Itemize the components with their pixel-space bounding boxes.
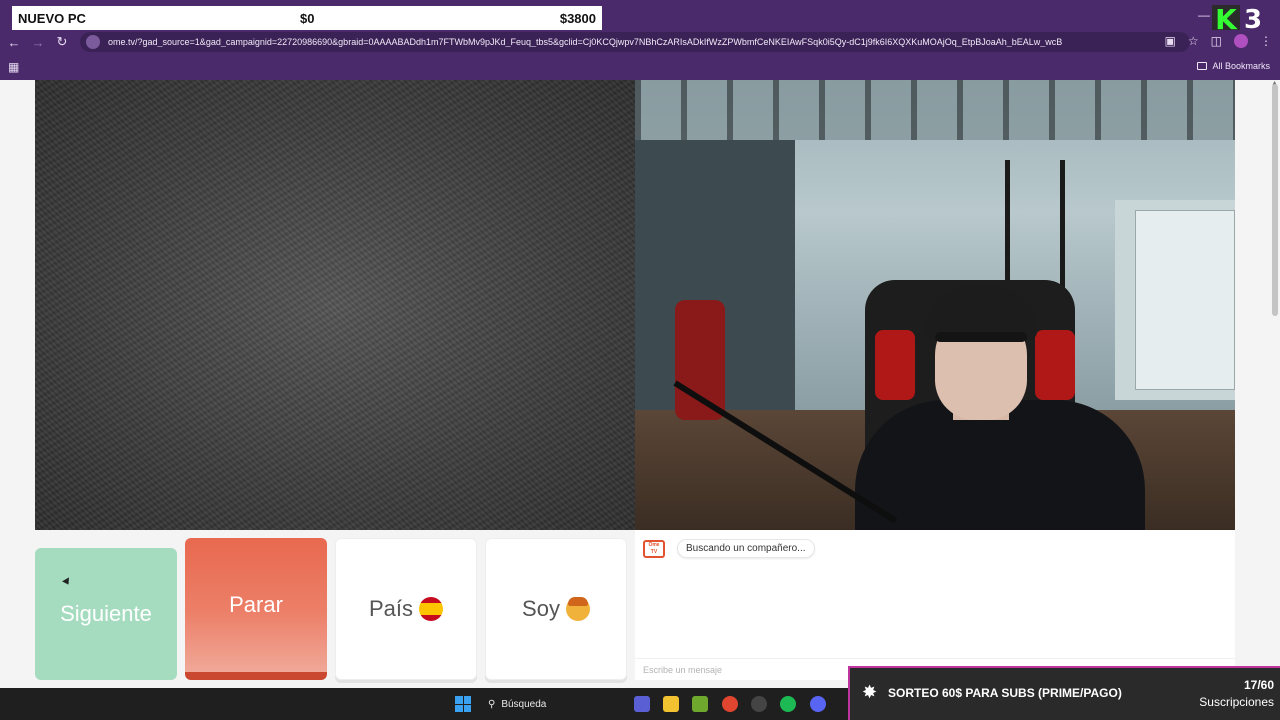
goal-current: $0 — [300, 10, 315, 26]
windows-taskbar: ⚲ Búsqueda — [0, 688, 848, 720]
install-app-icon[interactable]: ▣ — [1165, 34, 1176, 48]
discord-icon[interactable] — [810, 696, 826, 712]
sorteo-text: SORTEO 60$ PARA SUBS (PRIME/PAGO) — [888, 686, 1122, 700]
goal-title: NUEVO PC — [18, 10, 86, 26]
next-button[interactable]: Siguiente — [35, 548, 177, 680]
nvidia-icon[interactable] — [692, 696, 708, 712]
address-bar-actions: ▣ ☆ ◫ ⋮ — [1165, 34, 1272, 48]
search-icon: ⚲ — [488, 698, 496, 710]
sorteo-label: Suscripciones — [1199, 695, 1274, 709]
menu-icon[interactable]: ⋮ — [1260, 34, 1272, 48]
scrollbar-thumb[interactable] — [1272, 84, 1278, 316]
gender-button-label: Soy — [522, 596, 560, 621]
url-field[interactable]: ome.tv/?gad_source=1&gad_campaignid=2272… — [80, 32, 1190, 52]
spain-flag-icon — [419, 597, 444, 621]
address-bar-row: ← → ↻ ome.tv/?gad_source=1&gad_campaigni… — [0, 30, 1280, 54]
goal-target: $3800 — [559, 10, 596, 26]
apps-icon[interactable]: ▦ — [8, 60, 19, 74]
video-static-noise — [35, 80, 635, 530]
webcam-chair-accent-right — [1035, 330, 1075, 400]
forward-icon[interactable]: → — [26, 35, 50, 50]
stream-goal-bar: NUEVO PC $0 $3800 — [12, 6, 602, 30]
windows-start-icon[interactable] — [455, 696, 471, 712]
extensions-icon[interactable]: ◫ — [1211, 34, 1222, 48]
reload-icon[interactable]: ↻ — [50, 34, 74, 50]
webcam-ceiling — [635, 80, 1235, 140]
sorteo-overlay: ✸ SORTEO 60$ PARA SUBS (PRIME/PAGO) 17/6… — [848, 666, 1280, 720]
country-button-label: País — [368, 596, 414, 621]
chat-panel: Ome TV Buscando un compañero... Escribe … — [635, 530, 1235, 680]
country-button[interactable]: País — [335, 538, 477, 680]
self-webcam-feed — [635, 80, 1235, 530]
folder-icon — [1197, 62, 1208, 70]
sorteo-count: 17/60 — [1243, 678, 1274, 692]
chat-status-message: Buscando un compañero... — [677, 539, 815, 558]
person-emoji-icon — [565, 597, 590, 621]
webcam-chair-accent-left — [875, 330, 915, 400]
taskbar-search-label: Búsqueda — [501, 698, 547, 710]
bookmarks-bar: ▦ All Bookmarks — [0, 54, 1280, 80]
next-button-label: Siguiente — [60, 601, 152, 626]
star-burst-icon: ✸ — [862, 682, 878, 702]
url-text[interactable]: ome.tv/?gad_source=1&gad_campaignid=2272… — [108, 37, 1068, 47]
browser-titlebar: NUEVO PC $0 $3800 — K 3 — [0, 0, 1280, 35]
site-info-icon[interactable] — [86, 35, 100, 49]
spotify-icon[interactable] — [780, 696, 796, 712]
stranger-video-feed — [35, 80, 635, 530]
stop-button[interactable]: Parar — [185, 538, 327, 680]
back-icon[interactable]: ← — [2, 35, 26, 50]
file-explorer-icon[interactable] — [663, 696, 679, 712]
obs-icon[interactable] — [751, 696, 767, 712]
gender-button[interactable]: Soy — [485, 538, 627, 680]
all-bookmarks-button[interactable]: All Bookmarks — [1197, 61, 1270, 71]
profile-avatar[interactable] — [1234, 34, 1248, 48]
star-icon[interactable]: ☆ — [1188, 34, 1199, 48]
all-bookmarks-label: All Bookmarks — [1212, 61, 1270, 71]
webcam-fridge — [1135, 210, 1235, 390]
minimize-icon[interactable]: — — [1198, 8, 1210, 22]
stop-button-label: Parar — [229, 592, 283, 617]
ome-tv-logo-icon: Ome TV — [643, 540, 665, 558]
taskbar-search[interactable]: ⚲ Búsqueda — [480, 694, 620, 714]
chrome-icon[interactable] — [722, 696, 738, 712]
webcam-cap-brim — [935, 332, 1027, 342]
meet-app-icon[interactable] — [634, 696, 650, 712]
